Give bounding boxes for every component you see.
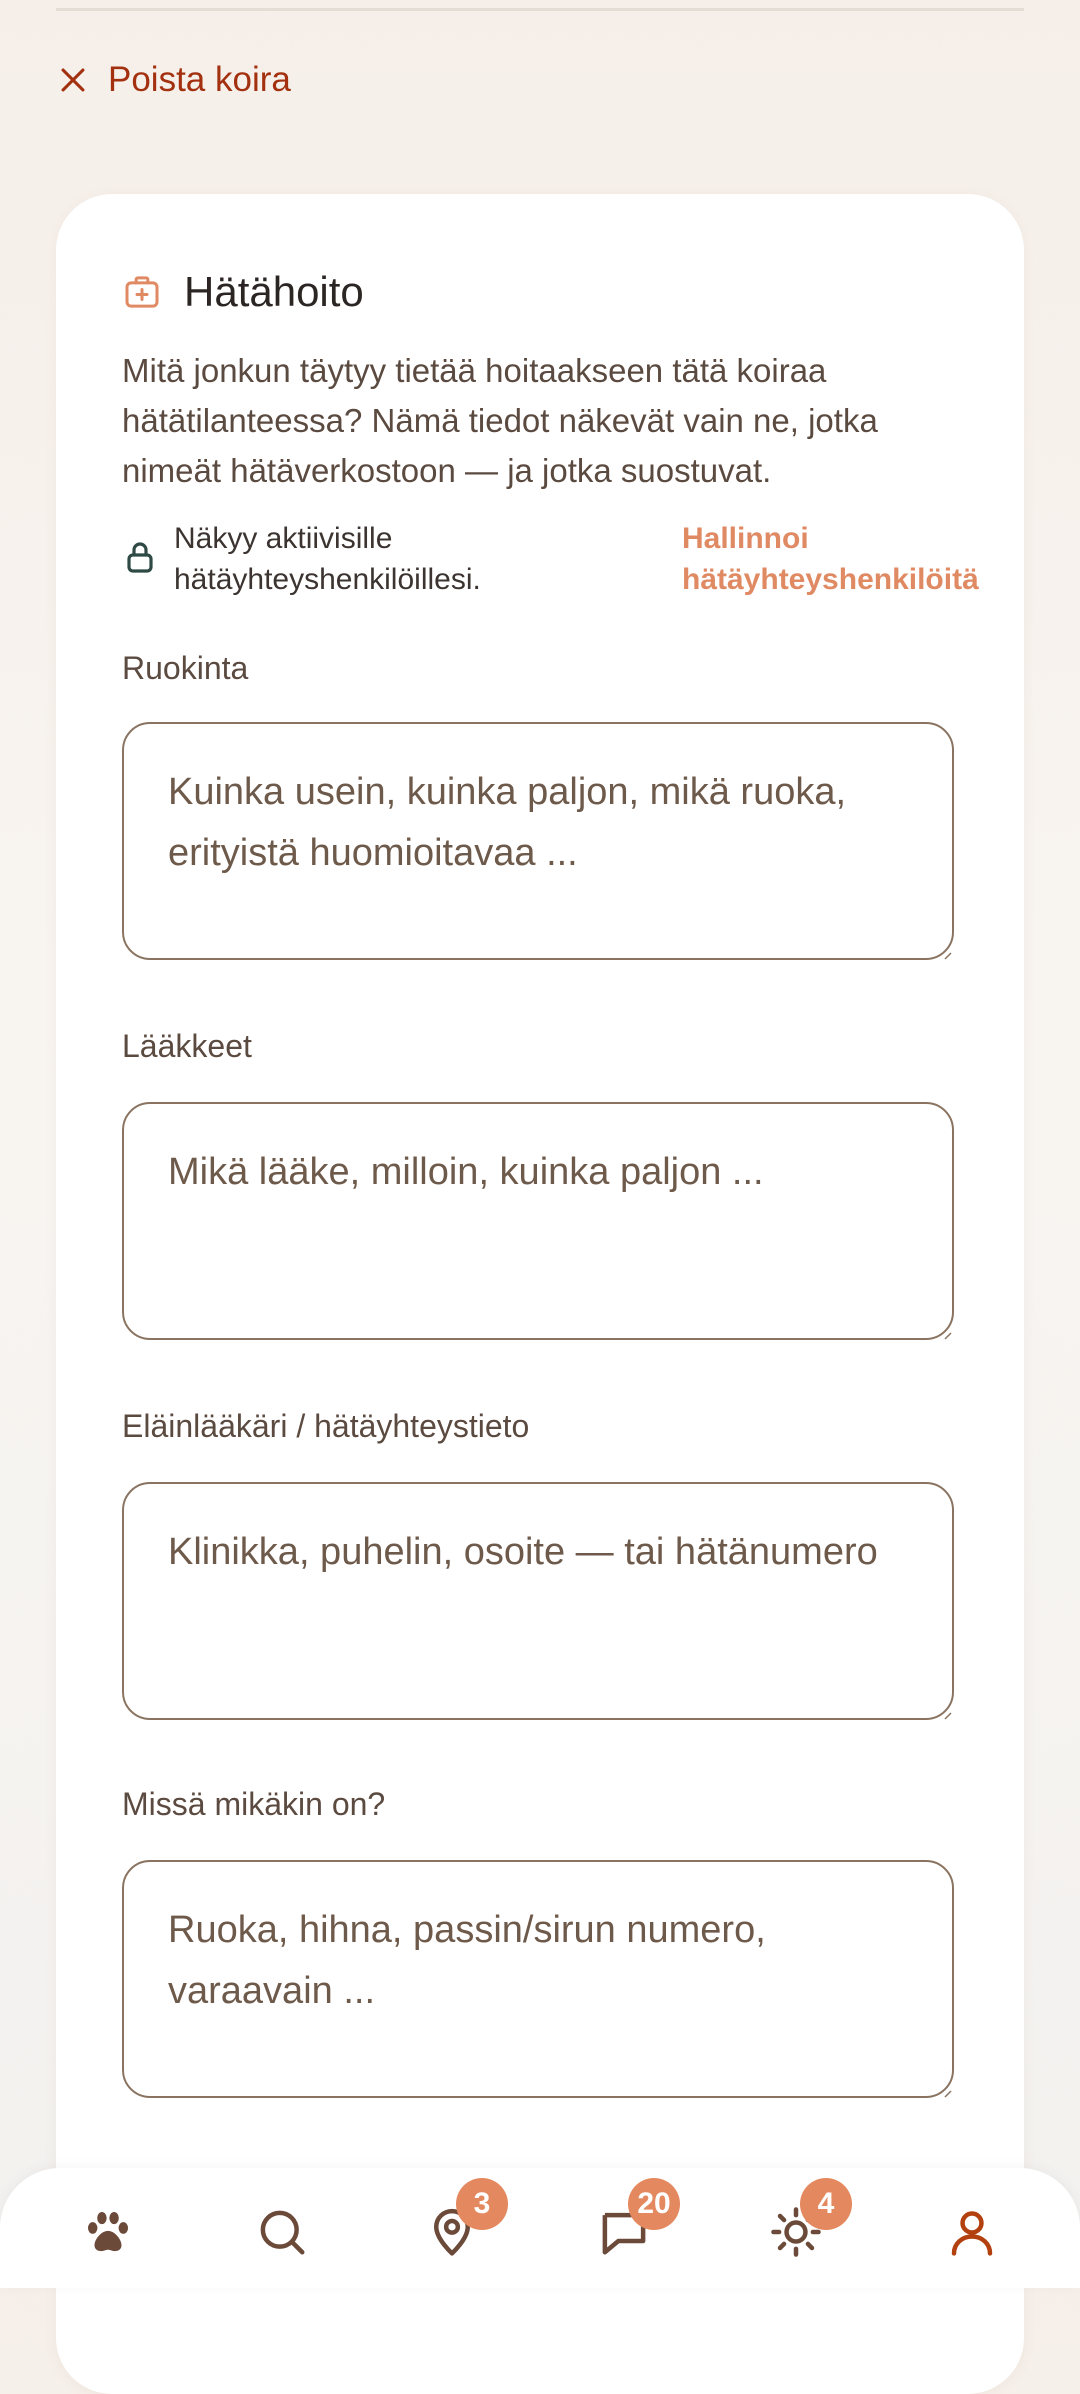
medications-placeholder: Mikä lääke, milloin, kuinka paljon ...: [168, 1151, 764, 1193]
vet-contact-label: Eläinlääkäri / hätäyhteystieto: [122, 1408, 530, 1444]
remove-dog-label: Poista koira: [108, 60, 291, 99]
visibility-notice: Näkyy aktiivisille hätäyhteyshenkilöille…: [122, 518, 982, 602]
medications-label: Lääkkeet: [122, 1028, 252, 1064]
item-locations-placeholder: Ruoka, hihna, passin/sirun numero, varaa…: [168, 1909, 766, 2012]
section-title: Hätähoito: [184, 268, 364, 315]
activity-badge: 4: [800, 2178, 852, 2230]
emergency-care-card: Hätähoito Mitä jonkun täytyy tietää hoit…: [56, 194, 1024, 2394]
close-icon: [61, 68, 85, 92]
lock-icon: [127, 542, 153, 573]
visibility-text: Näkyy aktiivisille hätäyhteyshenkilöille…: [174, 522, 481, 596]
manage-emergency-contacts-link[interactable]: Hallinnoi hätäyhteyshenkilöitä: [682, 518, 1002, 600]
nav-profile[interactable]: [932, 2192, 1012, 2272]
nav-messages[interactable]: 20: [584, 2178, 680, 2272]
nav-places[interactable]: 3: [412, 2178, 508, 2272]
nav-dogs[interactable]: [68, 2192, 148, 2272]
vet-contact-placeholder: Klinikka, puhelin, osoite — tai hätänume…: [168, 1531, 878, 1573]
resize-handle-icon[interactable]: [942, 950, 952, 960]
top-divider: [56, 8, 1024, 11]
medications-textarea[interactable]: Mikä lääke, milloin, kuinka paljon ...: [122, 1102, 954, 1340]
item-locations-label: Missä mikäkin on?: [122, 1786, 386, 1822]
feeding-placeholder: Kuinka usein, kuinka paljon, mikä ruoka,…: [168, 771, 847, 874]
profile-icon: [951, 2211, 993, 2256]
feeding-textarea[interactable]: Kuinka usein, kuinka paljon, mikä ruoka,…: [122, 722, 954, 960]
resize-handle-icon[interactable]: [942, 1710, 952, 1720]
bottom-navigation: 3 20 4: [0, 2168, 1080, 2288]
first-aid-kit-icon: [125, 276, 159, 308]
remove-dog-button[interactable]: Poista koira: [56, 50, 291, 110]
section-header: Hätähoito: [122, 264, 364, 320]
paw-icon: [87, 2211, 129, 2252]
search-icon: [260, 2210, 305, 2255]
resize-handle-icon[interactable]: [942, 2088, 952, 2098]
nav-search[interactable]: [242, 2192, 322, 2272]
resize-handle-icon[interactable]: [942, 1330, 952, 1340]
section-description: Mitä jonkun täytyy tietää hoitaakseen tä…: [122, 352, 878, 489]
messages-badge: 20: [628, 2178, 680, 2230]
vet-contact-textarea[interactable]: Klinikka, puhelin, osoite — tai hätänume…: [122, 1482, 954, 1720]
item-locations-textarea[interactable]: Ruoka, hihna, passin/sirun numero, varaa…: [122, 1860, 954, 2098]
nav-activity[interactable]: 4: [756, 2178, 852, 2272]
feeding-label: Ruokinta: [122, 650, 249, 686]
places-badge: 3: [456, 2178, 508, 2230]
